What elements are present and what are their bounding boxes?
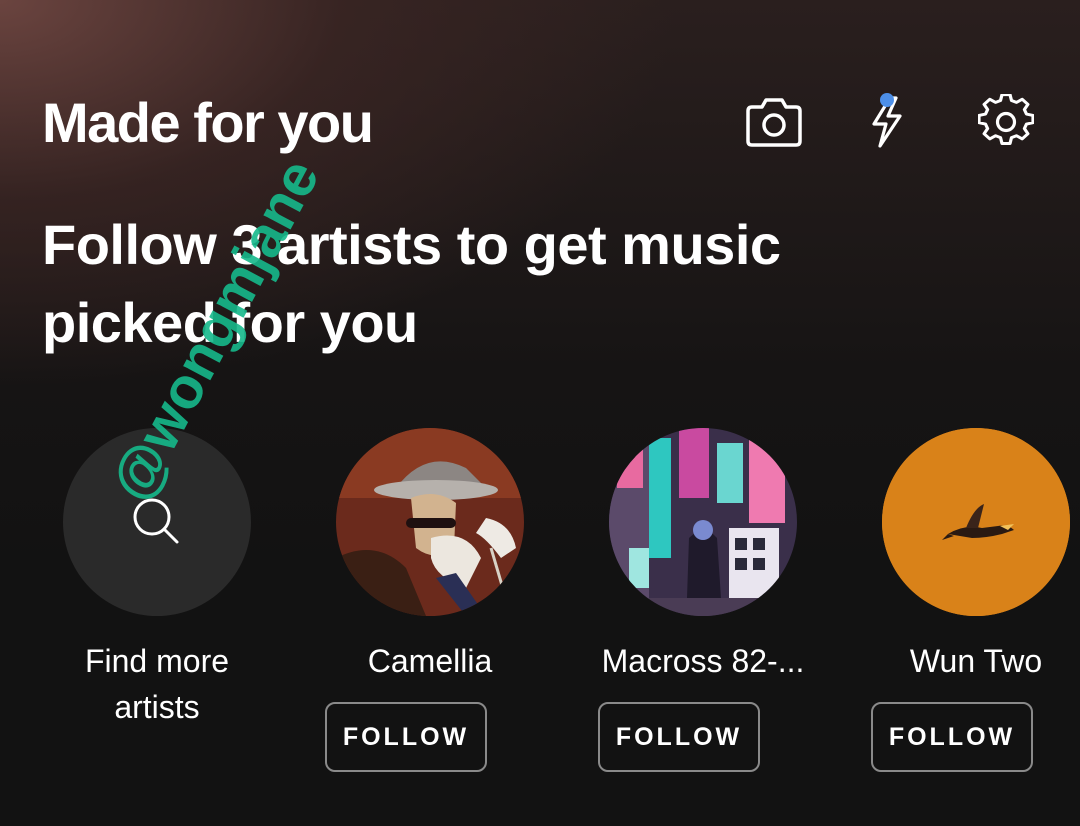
artist-photo-macross-82 [609,428,797,616]
settings-gear-icon [978,94,1034,145]
search-icon [133,498,179,544]
made-for-you-screen: Made for you Follow 3 artists to get mus… [0,0,1080,826]
camera-icon [746,98,802,147]
follow-button[interactable]: FOLLOW [325,702,487,772]
camera-button[interactable] [742,90,806,154]
artist-carousel[interactable]: Find more artists Camellia FOLLOW Macros… [0,428,1080,788]
find-more-avatar[interactable] [63,428,251,616]
artist-photo-camellia [336,428,524,616]
whats-new-button[interactable] [854,90,918,154]
follow-button[interactable]: FOLLOW [871,702,1033,772]
artist-avatar[interactable] [609,428,797,616]
artist-name: Macross 82-... [601,643,805,679]
artist-item-macross-82[interactable]: Macross 82-... FOLLOW [577,428,827,788]
artist-name: Camellia [367,643,493,679]
find-more-artists-item[interactable]: Find more artists [31,428,281,788]
notification-dot [880,93,894,107]
artist-name: Wun Two [909,643,1043,679]
artist-item-camellia[interactable]: Camellia FOLLOW [304,428,554,788]
artist-item-wun-two[interactable]: Wun Two FOLLOW [850,428,1080,788]
follow-button[interactable]: FOLLOW [598,702,760,772]
header: Made for you [42,90,1042,160]
artist-photo-wun-two [882,428,1070,616]
follow-prompt-heading: Follow 3 artists to get music picked for… [42,213,781,354]
page-title: Made for you [42,91,374,154]
settings-button[interactable] [974,90,1038,154]
find-more-label: Find more artists [84,643,230,725]
artist-avatar[interactable] [882,428,1070,616]
artist-avatar[interactable] [336,428,524,616]
